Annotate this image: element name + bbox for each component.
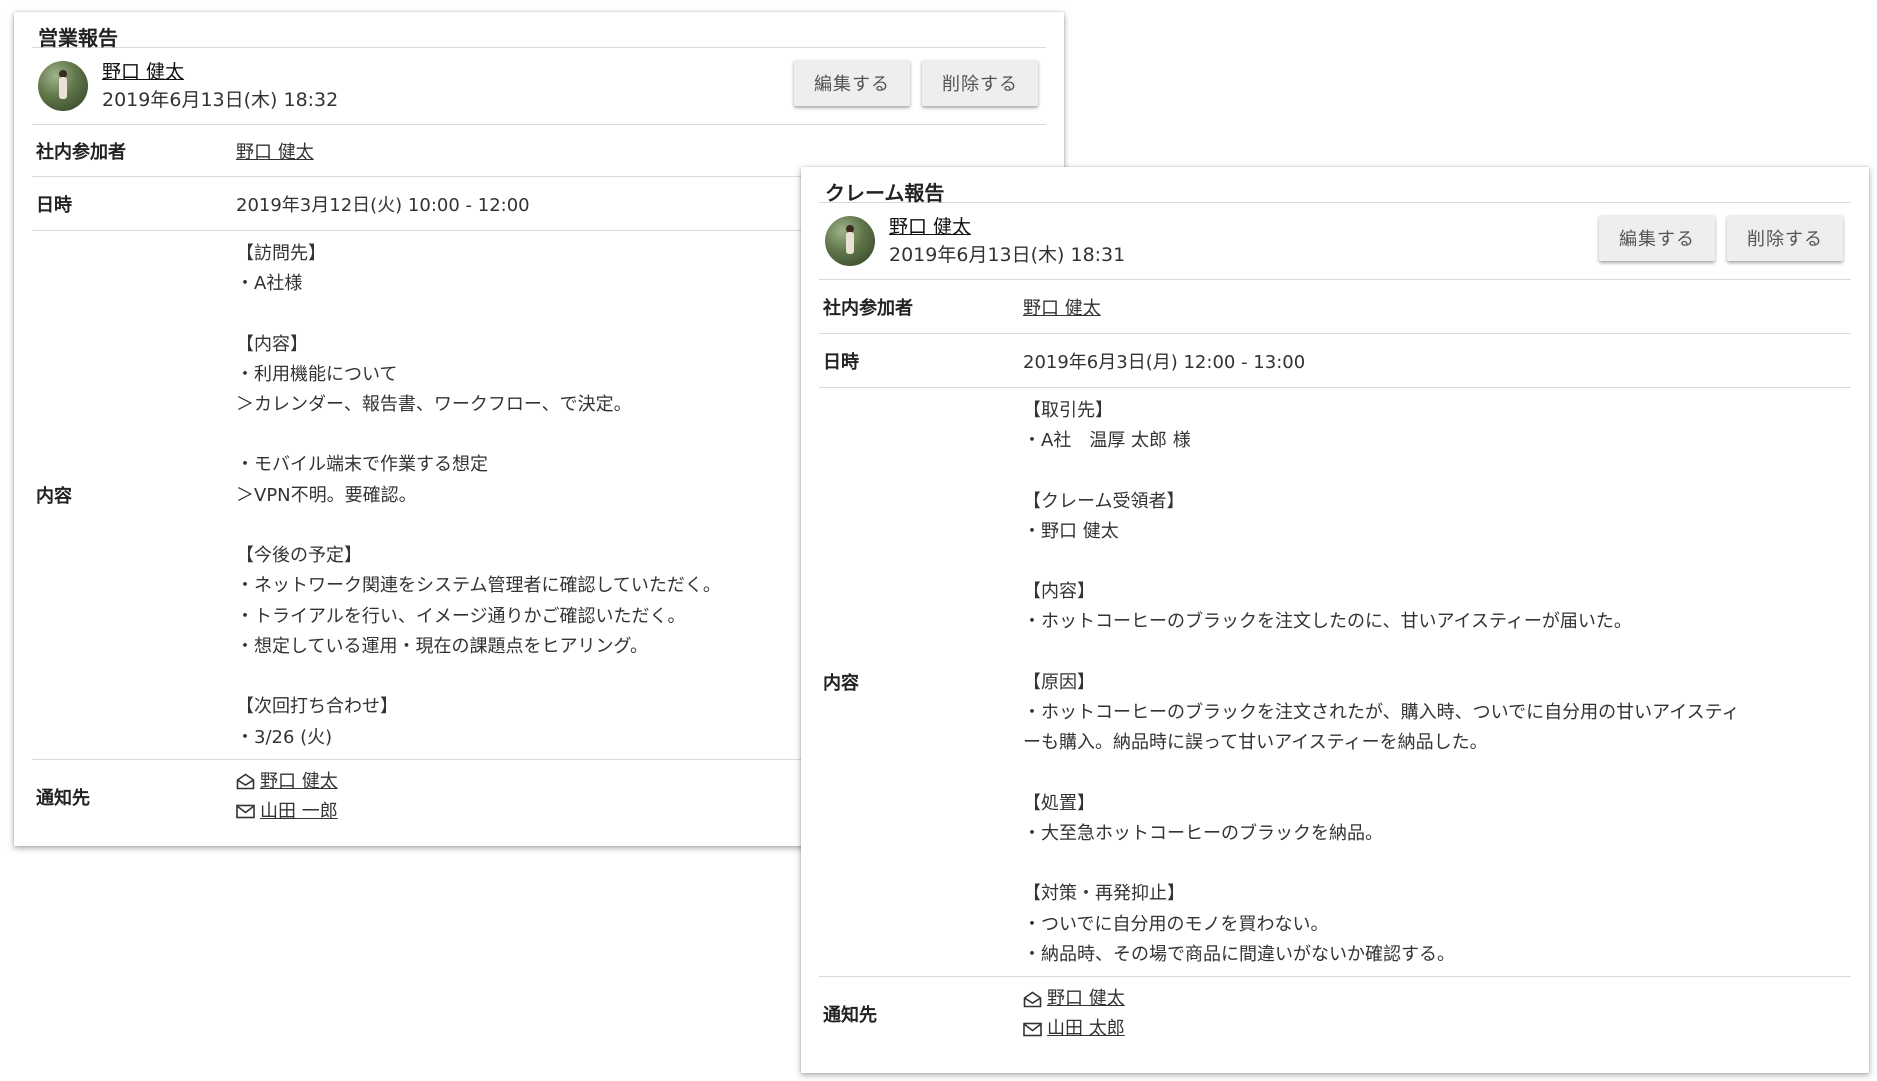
- participant-link[interactable]: 野口 健太: [236, 142, 314, 163]
- content-line: ・ついでに自分用のモノを買わない。: [1023, 913, 1329, 935]
- card-title: 営業報告: [38, 26, 118, 50]
- notify-recipient-link[interactable]: 野口 健太: [260, 767, 338, 797]
- avatar[interactable]: [825, 216, 875, 266]
- notify-recipient-link[interactable]: 山田 太郎: [1047, 1014, 1125, 1044]
- content-line: 【原因】: [1023, 671, 1095, 693]
- content-body: 【訪問先】・A社様【内容】・利用機能について ＞カレンダー、報告書、ワークフロー、…: [236, 231, 721, 759]
- envelope-open-icon: [1023, 989, 1043, 1009]
- notify-list: 野口 健太 山田 一郎: [236, 767, 338, 827]
- delete-button[interactable]: 削除する: [1727, 215, 1843, 261]
- content-line: ・3/26 (火): [236, 726, 333, 748]
- content-line: 【対策・再発抑止】: [1023, 883, 1185, 905]
- participants-label: 社内参加者: [36, 141, 126, 163]
- envelope-icon: [236, 802, 256, 822]
- content-line: ・ホットコーヒーのブラックを注文したのに、甘いアイスティーが届いた。: [1023, 611, 1632, 633]
- datetime-row: 日時 2019年6月3日(月) 12:00 - 13:00: [819, 334, 1851, 388]
- content-line: 【次回打ち合わせ】: [236, 696, 398, 718]
- notify-label: 通知先: [823, 1005, 877, 1027]
- content-line: 【内容】: [1023, 581, 1095, 603]
- notify-item: 野口 健太: [236, 767, 338, 797]
- content-label: 内容: [823, 673, 859, 695]
- content-row: 内容 【取引先】・A社 温厚 太郎 様【クレーム受領者】 ・野口 健太 【内容】・ホ…: [819, 388, 1851, 978]
- notify-row: 通知先 野口 健太 山田 太郎: [819, 977, 1851, 1051]
- content-line: [1023, 457, 1740, 487]
- edit-button[interactable]: 編集する: [1599, 215, 1715, 261]
- notify-recipient-link[interactable]: 山田 一郎: [260, 797, 338, 827]
- content-line: [236, 662, 721, 692]
- content-line: 【処置】: [1023, 792, 1095, 814]
- content-line: [236, 511, 721, 541]
- author-name-link[interactable]: 野口 健太: [889, 213, 1125, 241]
- datetime-label: 日時: [823, 351, 859, 373]
- author-block: 野口 健太 2019年6月13日(木) 18:31 編集する 削除する: [819, 203, 1851, 279]
- content-line: ーも購入。納品時に誤って甘いアイスティーを納品した。: [1023, 732, 1488, 754]
- content-line: ・想定している運用・現在の課題点をヒアリング。: [236, 635, 649, 657]
- notify-item: 山田 一郎: [236, 797, 338, 827]
- notify-item: 野口 健太: [1023, 984, 1125, 1014]
- content-line: 【取引先】: [1023, 400, 1113, 421]
- content-line: ・大至急ホットコーヒーのブラックを納品。: [1023, 822, 1383, 844]
- delete-button[interactable]: 削除する: [922, 60, 1038, 106]
- content-line: 【クレーム受領者】: [1023, 490, 1185, 512]
- post-date: 2019年6月13日(木) 18:31: [889, 244, 1126, 266]
- content-line: [1023, 547, 1740, 577]
- content-line: 【今後の予定】: [236, 545, 362, 567]
- envelope-icon: [1023, 1019, 1043, 1039]
- datetime-label: 日時: [36, 194, 72, 216]
- content-line: [1023, 638, 1740, 668]
- notify-recipient-link[interactable]: 野口 健太: [1047, 984, 1125, 1014]
- author-name-link[interactable]: 野口 健太: [102, 58, 338, 86]
- content-line: ＞VPN不明。要確認。: [236, 484, 417, 506]
- avatar[interactable]: [38, 61, 88, 111]
- author-block: 野口 健太 2019年6月13日(木) 18:32 編集する 削除する: [32, 48, 1046, 124]
- content-line: ・納品時、その場で商品に間違いがないか確認する。: [1023, 943, 1455, 965]
- datetime-value: 2019年6月3日(月) 12:00 - 13:00: [1023, 351, 1306, 373]
- content-line: ・トライアルを行い、イメージ通りかご確認いただく。: [236, 605, 686, 627]
- complaint-report-card: クレーム報告 野口 健太 2019年6月13日(木) 18:31 編集する 削除…: [801, 167, 1869, 1073]
- content-label: 内容: [36, 485, 72, 507]
- edit-button[interactable]: 編集する: [794, 60, 910, 106]
- content-line: ・モバイル端末で作業する想定: [236, 454, 488, 476]
- content-line: [1023, 759, 1740, 789]
- datetime-value: 2019年3月12日(火) 10:00 - 12:00: [236, 194, 530, 216]
- content-line: ・A社様: [236, 273, 303, 295]
- content-line: [236, 420, 721, 450]
- notify-label: 通知先: [36, 787, 90, 809]
- participant-link[interactable]: 野口 健太: [1023, 298, 1101, 319]
- content-line: ・利用機能について: [236, 363, 398, 385]
- content-line: ・ホットコーヒーのブラックを注文されたが、購入時、ついでに自分用の甘いアイスティ: [1023, 702, 1740, 724]
- content-line: [1023, 849, 1740, 879]
- participants-label: 社内参加者: [823, 297, 913, 319]
- content-line: [236, 300, 721, 330]
- card-title: クレーム報告: [825, 181, 945, 205]
- content-line: ・野口 健太: [1023, 520, 1119, 542]
- envelope-open-icon: [236, 772, 256, 792]
- content-line: ＞カレンダー、報告書、ワークフロー、で決定。: [236, 394, 632, 416]
- participants-row: 社内参加者 野口 健太: [819, 280, 1851, 334]
- content-line: 【内容】: [236, 333, 308, 355]
- post-date: 2019年6月13日(木) 18:32: [102, 89, 339, 111]
- content-line: ・A社 温厚 太郎 様: [1023, 430, 1191, 452]
- notify-item: 山田 太郎: [1023, 1014, 1125, 1044]
- notify-list: 野口 健太 山田 太郎: [1023, 984, 1125, 1044]
- content-line: ・ネットワーク関連をシステム管理者に確認していただく。: [236, 575, 721, 597]
- content-body: 【取引先】・A社 温厚 太郎 様【クレーム受領者】 ・野口 健太 【内容】・ホットコ…: [1023, 388, 1740, 976]
- content-line: 【訪問先】: [236, 243, 326, 264]
